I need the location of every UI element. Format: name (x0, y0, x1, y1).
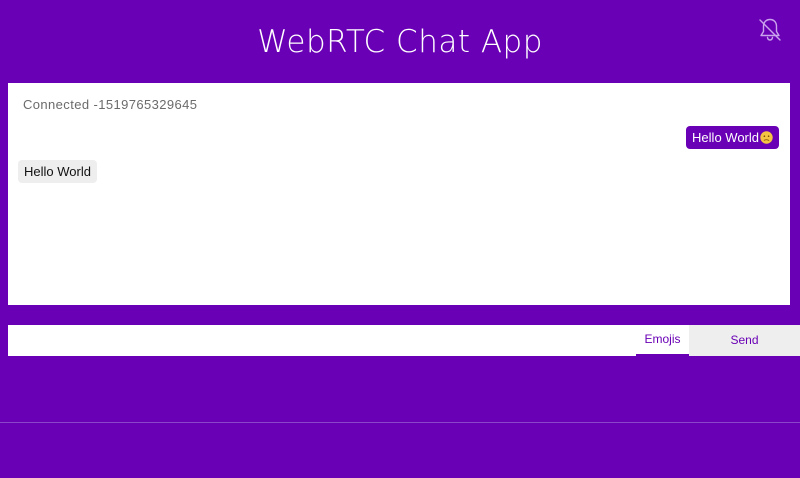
bell-off-icon-graphic (759, 18, 781, 41)
app-title: WebRTC Chat App (257, 24, 543, 60)
outgoing-message: Hello World (686, 126, 779, 149)
outgoing-message-text: Hello World (692, 130, 759, 145)
message-composer: Emojis Send (8, 325, 800, 356)
footer-divider (0, 422, 800, 423)
incoming-message-text: Hello World (24, 164, 91, 179)
message-input[interactable] (8, 325, 626, 356)
connection-status: Connected -1519765329645 (23, 97, 198, 112)
send-button[interactable]: Send (689, 325, 800, 356)
chat-window: Connected -1519765329645 Hello World Hel… (8, 83, 790, 305)
emojis-button[interactable]: Emojis (636, 325, 689, 356)
bell-off-icon[interactable] (756, 16, 784, 44)
confused-face-emoji-icon (760, 131, 773, 144)
incoming-message: Hello World (18, 160, 97, 183)
